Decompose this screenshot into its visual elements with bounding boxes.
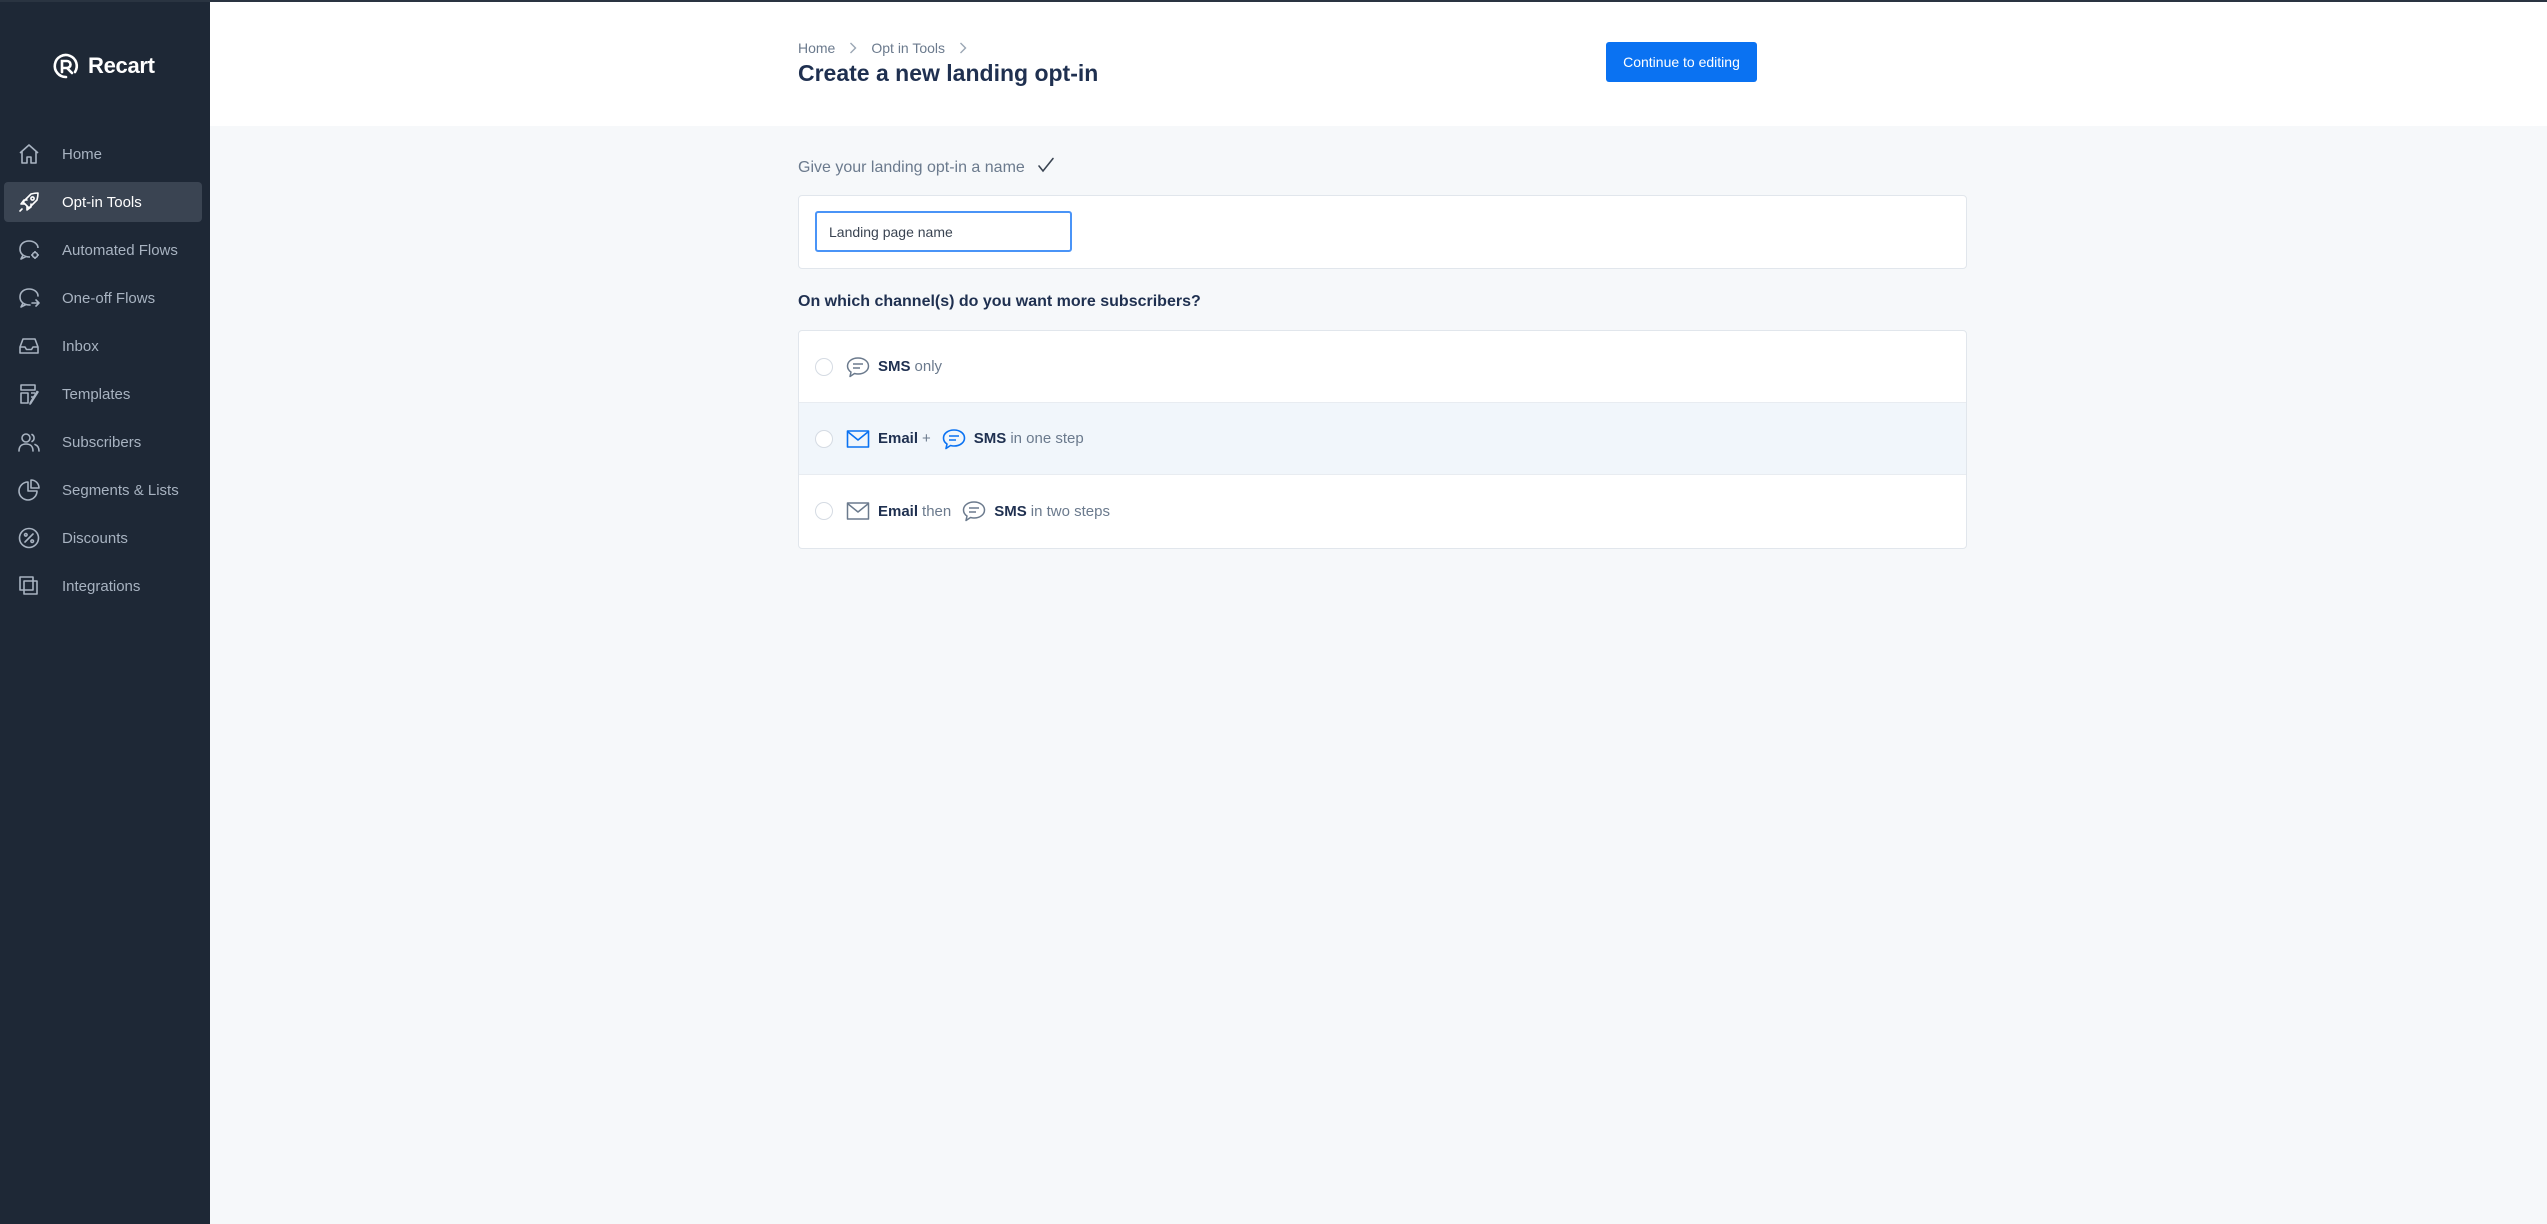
page-title: Create a new landing opt-in	[798, 60, 1099, 86]
users-icon	[16, 429, 42, 455]
channel-option-email-plus-sms[interactable]: Email + SMS in one step	[799, 403, 1966, 475]
channel-option-sms-only[interactable]: SMS only	[799, 331, 1966, 403]
checkmark-icon	[1037, 157, 1055, 178]
name-section-label-text: Give your landing opt-in a name	[798, 158, 1025, 176]
sidebar-item-label: Discounts	[62, 529, 128, 547]
sms-icon	[961, 498, 987, 524]
sidebar-item-label: Home	[62, 145, 103, 163]
sidebar-item-label: Opt-in Tools	[62, 193, 142, 211]
inbox-icon	[16, 333, 42, 359]
sidebar-item-label: Inbox	[62, 337, 99, 355]
continue-to-editing-button[interactable]: Continue to editing	[1606, 42, 1757, 82]
sidebar-item-discounts[interactable]: Discounts	[4, 518, 202, 558]
top-border	[0, 0, 2547, 2]
chat-gear-icon	[16, 237, 42, 263]
brand-name: Recart	[88, 53, 155, 78]
sidebar-item-integrations[interactable]: Integrations	[4, 566, 202, 606]
radio-button[interactable]	[815, 429, 833, 448]
sidebar-item-segments-lists[interactable]: Segments & Lists	[4, 470, 202, 510]
rocket-icon	[16, 189, 42, 215]
email-icon	[845, 498, 871, 524]
channel-label-plus: +	[922, 430, 931, 447]
chevron-right-icon	[849, 42, 857, 54]
channel-label-sms: SMS	[878, 358, 911, 375]
chevron-right-icon	[959, 42, 967, 54]
sidebar-nav: Home Opt-in Tools Automated Flows One-of…	[4, 134, 202, 614]
sms-icon	[941, 426, 967, 452]
sidebar-item-one-off-flows[interactable]: One-off Flows	[4, 278, 202, 318]
sidebar-item-subscribers[interactable]: Subscribers	[4, 422, 202, 462]
sidebar-item-label: Integrations	[62, 577, 141, 595]
sidebar: Recart Home Opt-in Tools Automated Flows	[0, 0, 210, 1224]
landing-page-name-input[interactable]	[815, 211, 1072, 252]
chat-arrow-icon	[16, 285, 42, 311]
sidebar-item-label: Automated Flows	[62, 241, 178, 259]
sidebar-item-opt-in-tools[interactable]: Opt-in Tools	[4, 182, 202, 222]
channel-option-email-then-sms[interactable]: Email then SMS in two steps	[799, 475, 1966, 547]
channel-question: On which channel(s) do you want more sub…	[798, 293, 1201, 310]
app-window: Recart Home Opt-in Tools Automated Flows	[0, 0, 2547, 1224]
channel-label-suffix: in one step	[1010, 430, 1084, 447]
sidebar-item-home[interactable]: Home	[4, 134, 202, 174]
recart-logo-icon	[52, 52, 80, 80]
sms-icon	[845, 354, 871, 380]
pie-chart-icon	[16, 477, 42, 503]
name-card	[798, 195, 1967, 269]
channel-label-email: Email	[878, 430, 919, 447]
channel-label-sms: SMS	[994, 502, 1027, 520]
sidebar-item-templates[interactable]: Templates	[4, 374, 202, 414]
brand-logo[interactable]: Recart	[52, 48, 155, 84]
channel-options-card: SMS only Email + SMS in one step Email t…	[798, 330, 1967, 549]
breadcrumb: Home Opt in Tools	[798, 40, 981, 56]
name-section-label: Give your landing opt-in a name	[798, 157, 1055, 178]
breadcrumb-home[interactable]: Home	[798, 40, 835, 56]
sidebar-item-label: Segments & Lists	[62, 481, 179, 499]
home-icon	[16, 141, 42, 167]
breadcrumb-opt-in-tools[interactable]: Opt in Tools	[871, 40, 945, 56]
sidebar-item-label: Subscribers	[62, 433, 142, 451]
percent-icon	[16, 525, 42, 551]
radio-button[interactable]	[815, 357, 833, 376]
page-header: Home Opt in Tools Create a new landing o…	[210, 2, 2547, 126]
email-icon	[845, 426, 871, 452]
sidebar-item-automated-flows[interactable]: Automated Flows	[4, 230, 202, 270]
sidebar-item-inbox[interactable]: Inbox	[4, 326, 202, 366]
radio-button[interactable]	[815, 502, 833, 520]
integrations-icon	[16, 573, 42, 599]
channel-label-suffix: in two steps	[1030, 502, 1110, 520]
sidebar-item-label: One-off Flows	[62, 289, 156, 307]
channel-label-email: Email	[878, 502, 919, 520]
channel-label-sms: SMS	[973, 430, 1007, 447]
sidebar-item-label: Templates	[62, 385, 131, 403]
channel-label-then: then	[922, 502, 952, 520]
templates-icon	[16, 381, 42, 407]
channel-label-suffix: only	[914, 358, 943, 375]
